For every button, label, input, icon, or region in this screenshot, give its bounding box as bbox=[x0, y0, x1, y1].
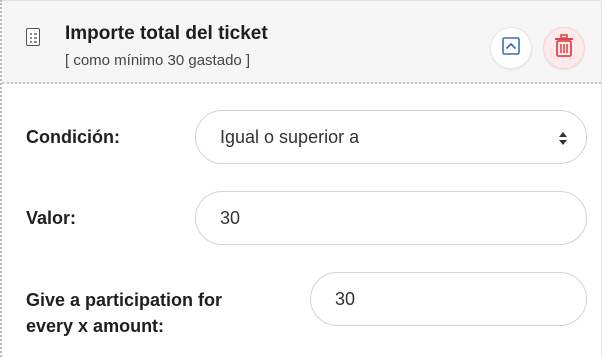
panel-header: Importe total del ticket [ como mínimo 3… bbox=[2, 0, 601, 84]
value-label: Valor: bbox=[26, 208, 77, 228]
condition-panel: Importe total del ticket [ como mínimo 3… bbox=[0, 0, 602, 357]
condition-selected-value: Igual o superior a bbox=[220, 126, 360, 147]
receipt-icon bbox=[26, 28, 40, 46]
value-input[interactable]: 30 bbox=[195, 191, 587, 245]
condition-label: Condición: bbox=[26, 127, 120, 147]
value-input-text: 30 bbox=[220, 207, 241, 228]
select-arrows-icon bbox=[558, 129, 568, 147]
panel-subtitle: [ como mínimo 30 gastado ] bbox=[65, 52, 251, 69]
trash-icon bbox=[554, 33, 574, 63]
collapse-button[interactable] bbox=[490, 27, 532, 69]
participation-amount-input[interactable]: 30 bbox=[310, 272, 587, 326]
panel-title: Importe total del ticket bbox=[65, 23, 268, 44]
delete-button[interactable] bbox=[543, 27, 585, 69]
participation-amount-text: 30 bbox=[335, 288, 356, 309]
condition-select[interactable]: Igual o superior a bbox=[195, 110, 587, 164]
chevron-up-icon bbox=[502, 36, 520, 60]
participation-label-line2: every x amount: bbox=[26, 316, 165, 336]
participation-label-line1: Give a participation for bbox=[26, 290, 223, 310]
